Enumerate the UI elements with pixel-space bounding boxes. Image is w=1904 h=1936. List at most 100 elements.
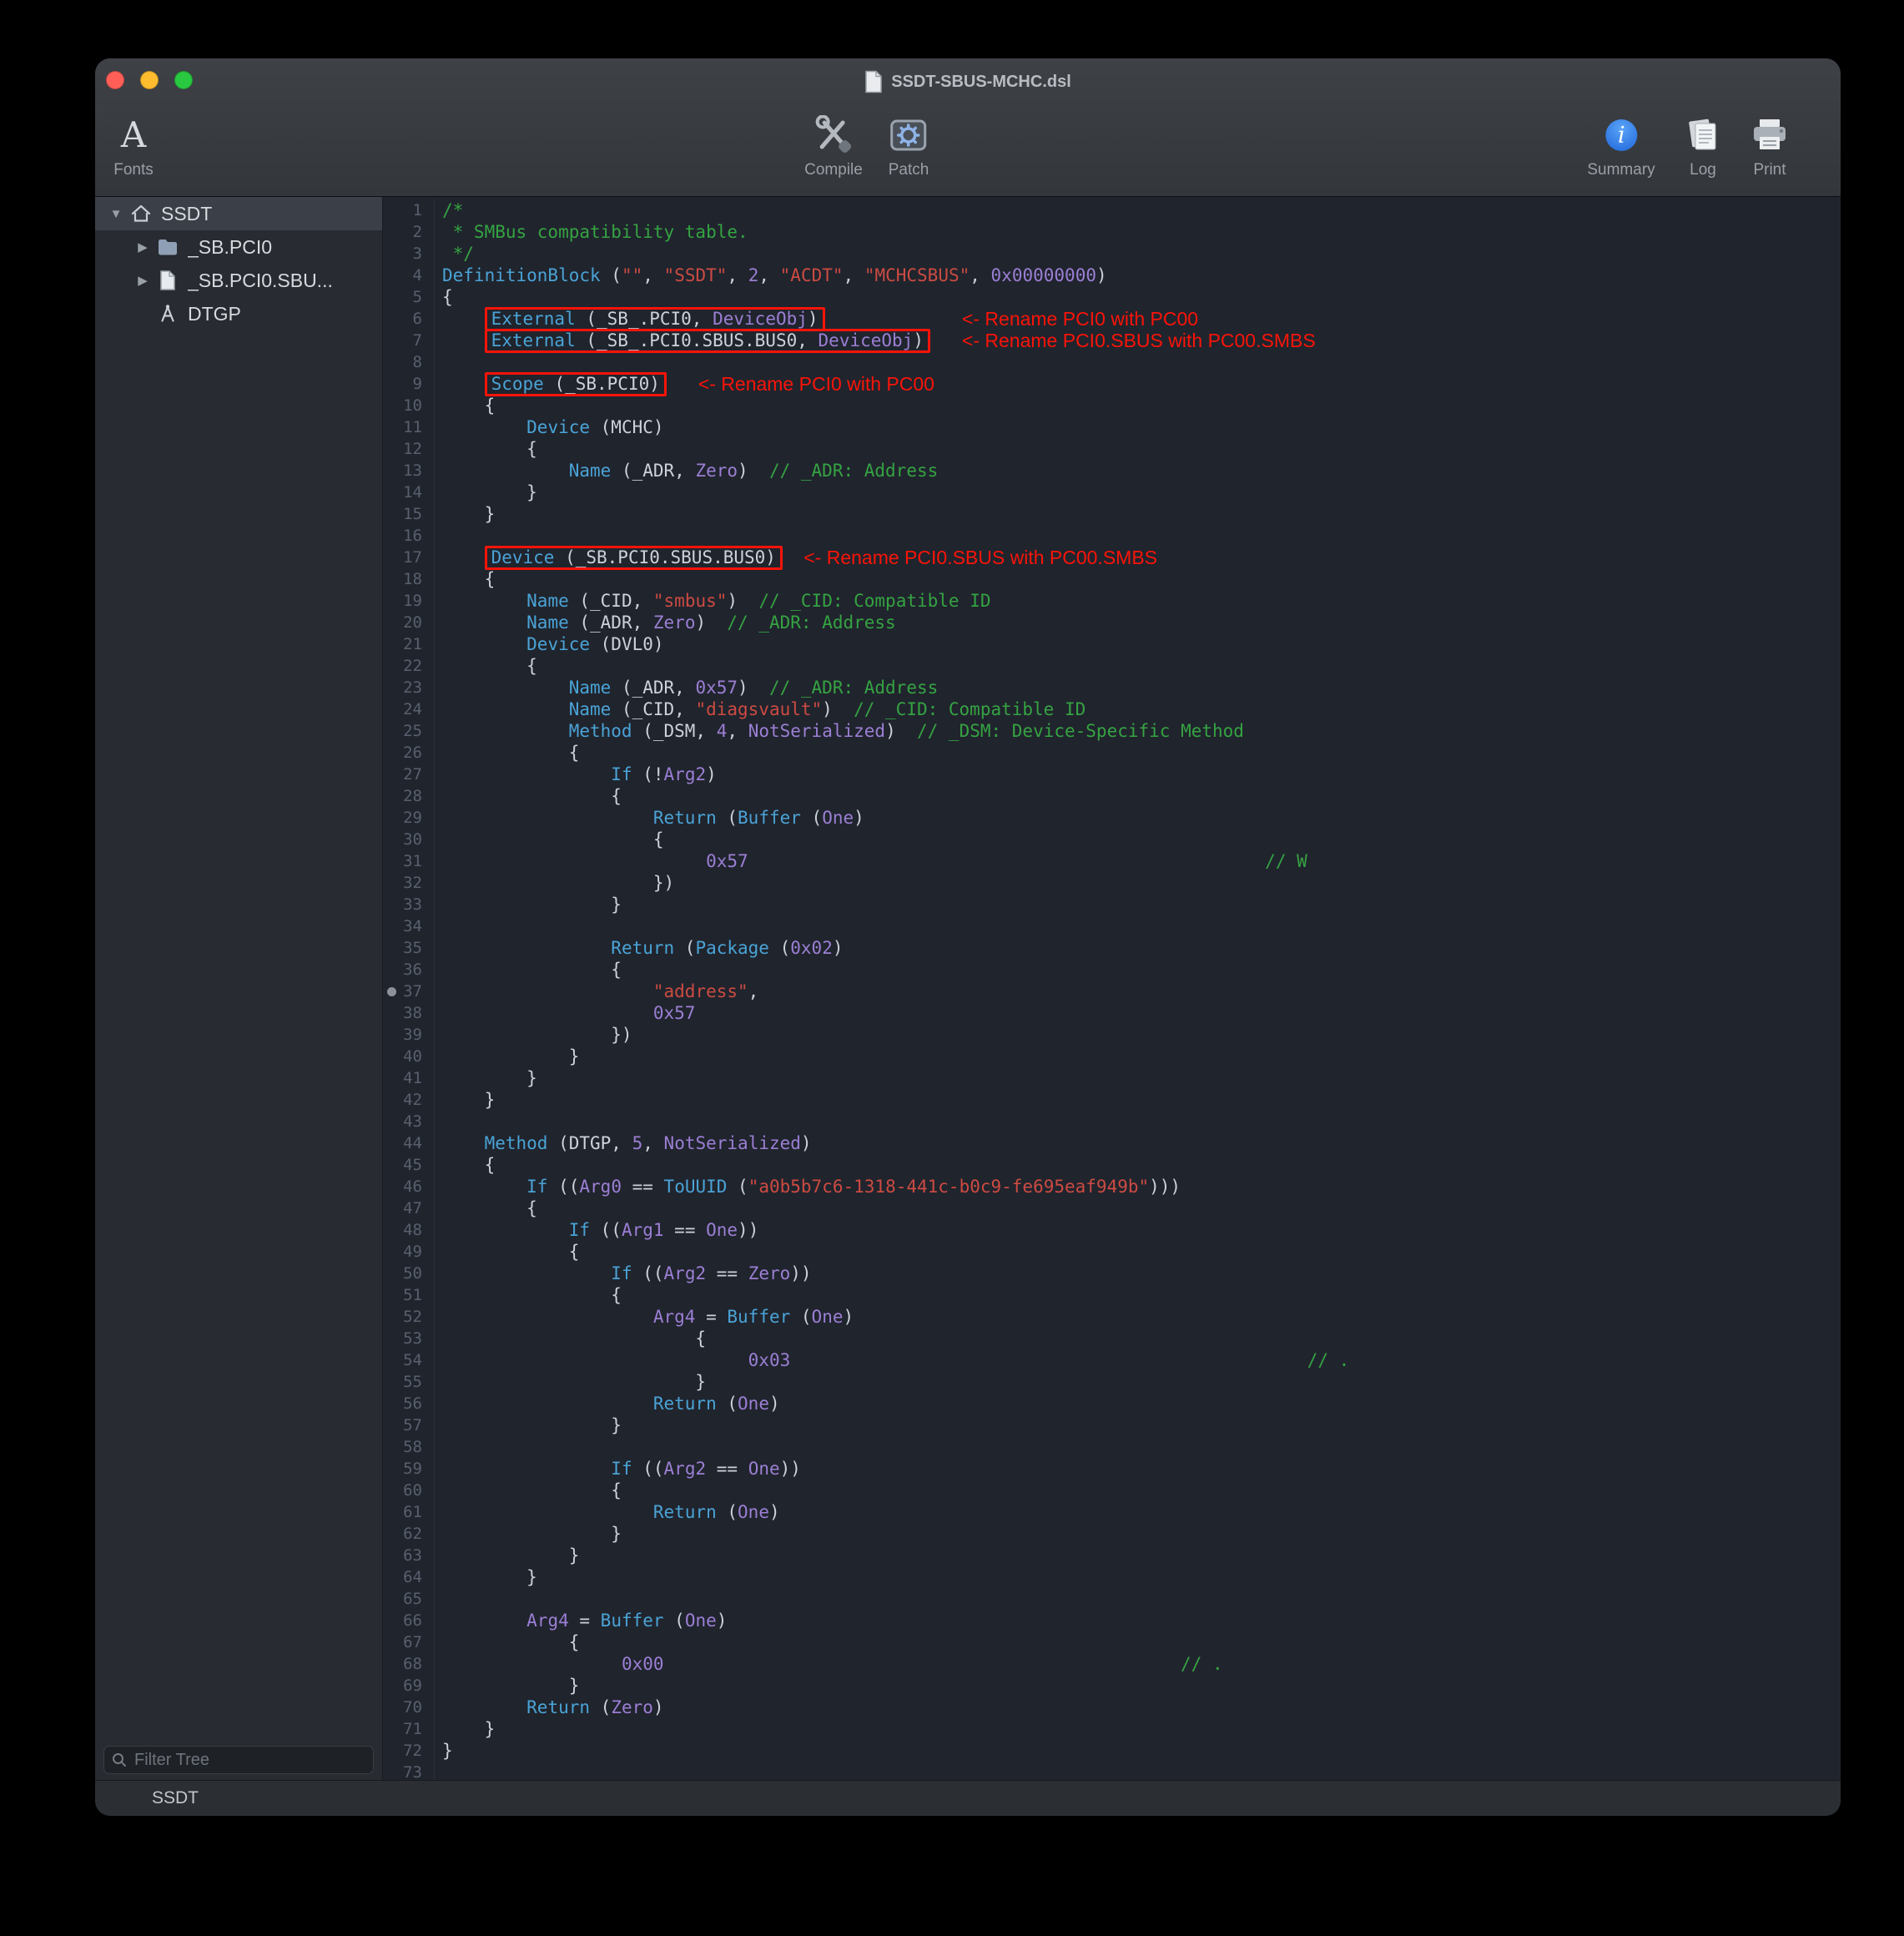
tree-item-label: SSDT	[161, 203, 212, 225]
code-token	[442, 721, 569, 741]
code-token	[442, 1263, 611, 1283]
code-token: 0x03	[748, 1350, 791, 1370]
code-text: If ((Arg0 == ToUUID ("a0b5b7c6-1318-441c…	[435, 1176, 1181, 1197]
code-token: ((	[632, 1459, 664, 1479]
sidebar-item-ssdt[interactable]: ▼ SSDT	[95, 197, 382, 230]
code-token: Name	[569, 678, 612, 698]
code-text: {	[435, 829, 664, 850]
code-token: ))	[790, 1263, 811, 1283]
code-token: {	[442, 287, 453, 307]
code-text	[435, 525, 442, 547]
code-text: {	[435, 1241, 579, 1263]
code-line: 6 External (_SB_.PCI0, DeviceObj) <- Ren…	[383, 308, 1841, 330]
code-line: 48 If ((Arg1 == One))	[383, 1219, 1841, 1241]
code-text: }	[435, 1089, 495, 1111]
code-token	[442, 699, 569, 719]
code-token: 5	[632, 1133, 643, 1153]
code-token: )	[717, 1611, 728, 1631]
toolbar-item-fonts[interactable]: A Fonts	[113, 110, 154, 179]
code-token: }	[442, 1090, 495, 1110]
sidebar-item-dtgp[interactable]: DTGP	[95, 297, 382, 330]
code-token: (	[801, 808, 822, 828]
code-line: 67 {	[383, 1631, 1841, 1653]
code-token: Arg2	[664, 1263, 707, 1283]
code-line: 66 Arg4 = Buffer (One)	[383, 1610, 1841, 1631]
code-token: (_ADR,	[611, 678, 695, 698]
line-number: 39	[383, 1024, 435, 1046]
log-icon	[1684, 117, 1722, 154]
code-token: ,	[642, 265, 663, 285]
code-line: 55 }	[383, 1371, 1841, 1393]
code-text: Return (One)	[435, 1393, 780, 1414]
code-token: // _CID: Compatible ID	[758, 591, 990, 611]
disclosure-triangle[interactable]: ▶	[132, 239, 154, 255]
code-token: )	[808, 309, 819, 329]
code-line: 9 Scope (_SB.PCI0) <- Rename PCI0 with P…	[383, 373, 1841, 395]
code-token	[442, 331, 485, 351]
code-editor[interactable]: 1/*2 * SMBus compatibility table.3 */4De…	[383, 197, 1841, 1780]
line-number: 61	[383, 1501, 435, 1523]
toolbar-item-patch[interactable]: Patch	[889, 110, 929, 179]
code-text	[435, 1762, 442, 1780]
code-token: Arg4	[526, 1611, 569, 1631]
code-token: )	[913, 330, 924, 350]
code-text: Method (_DSM, 4, NotSerialized) // _DSM:…	[435, 720, 1244, 742]
code-token: Scope	[491, 374, 544, 394]
code-token: Device	[526, 634, 590, 654]
code-line: 20 Name (_ADR, Zero) // _ADR: Address	[383, 612, 1841, 633]
code-line: 41 }	[383, 1067, 1841, 1089]
line-number: 13	[383, 460, 435, 481]
titlebar: SSDT-SBUS-MCHC.dsl	[95, 69, 1841, 94]
code-token	[790, 1350, 1307, 1370]
summary-info-icon: i	[1604, 118, 1639, 153]
code-token: )	[727, 591, 758, 611]
code-token: Device	[491, 547, 555, 567]
code-token	[442, 851, 706, 871]
code-token: (_SB.PCI0)	[544, 374, 660, 394]
code-text: If (!Arg2)	[435, 764, 717, 785]
sidebar-item-sb-pci0-sbu[interactable]: ▶ _SB.PCI0.SBU...	[95, 264, 382, 297]
line-number: 40	[383, 1046, 435, 1067]
code-token: }	[442, 1046, 579, 1066]
code-line: 53 {	[383, 1328, 1841, 1349]
code-token: Arg2	[664, 1459, 707, 1479]
toolbar-item-log[interactable]: Log	[1684, 110, 1722, 179]
line-number: 65	[383, 1588, 435, 1610]
code-token: }	[442, 1741, 453, 1761]
toolbar-item-print[interactable]: Print	[1750, 110, 1789, 179]
code-token: // _ADR: Address	[769, 678, 938, 698]
line-number: 45	[383, 1154, 435, 1176]
line-number: 27	[383, 764, 435, 785]
filter-tree-input[interactable]	[103, 1746, 374, 1774]
window-title: SSDT-SBUS-MCHC.dsl	[891, 73, 1071, 92]
line-number: 47	[383, 1197, 435, 1219]
code-token: (DVL0)	[590, 634, 664, 654]
code-token: )	[833, 938, 844, 958]
code-token: {	[442, 396, 495, 416]
code-token: }	[442, 895, 622, 915]
code-text: 0x57	[435, 1002, 695, 1024]
code-token: // .	[1181, 1654, 1223, 1674]
code-token: 0x57	[653, 1003, 696, 1023]
code-token: "ACDT"	[780, 265, 844, 285]
line-number: 56	[383, 1393, 435, 1414]
disclosure-triangle[interactable]: ▶	[132, 273, 154, 288]
code-token	[442, 1697, 526, 1717]
code-text: {	[435, 1328, 706, 1349]
code-token: 4	[717, 721, 728, 741]
code-token: (	[674, 938, 695, 958]
code-token	[442, 417, 526, 437]
code-text: Arg4 = Buffer (One)	[435, 1306, 854, 1328]
toolbar-item-summary[interactable]: i Summary	[1587, 110, 1655, 179]
disclosure-triangle[interactable]: ▼	[105, 207, 127, 221]
patch-icon	[889, 117, 928, 154]
code-line: 60 {	[383, 1480, 1841, 1501]
code-token: // _ADR: Address	[769, 461, 938, 481]
tree-item-label: _SB.PCI0.SBU...	[188, 270, 333, 292]
compile-icon	[813, 115, 854, 155]
toolbar-item-compile[interactable]: Compile	[804, 110, 863, 179]
code-token: Return	[653, 808, 717, 828]
code-token: Zero	[748, 1263, 791, 1283]
sidebar-item-sb-pci0[interactable]: ▶_SB.PCI0	[95, 230, 382, 264]
rename-annotation: <- Rename PCI0.SBUS with PC00.SMBS	[962, 330, 1316, 351]
